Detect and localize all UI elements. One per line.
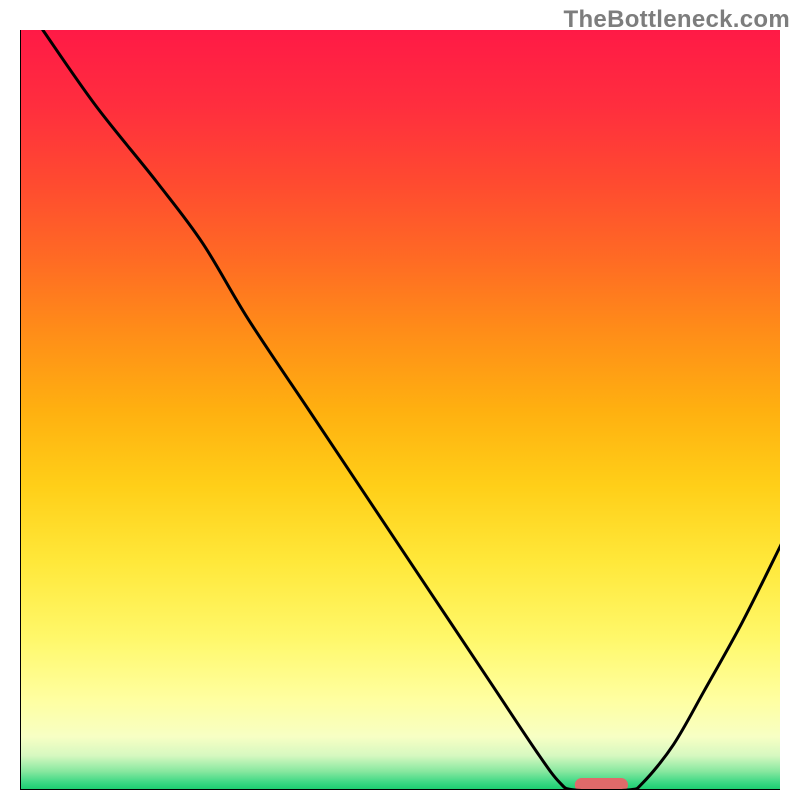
optimal-range-marker [575, 778, 628, 790]
plot-area [20, 30, 780, 790]
watermark-text: TheBottleneck.com [564, 6, 790, 34]
chart-container: TheBottleneck.com [0, 0, 800, 800]
chart-svg [20, 30, 780, 790]
gradient-background [20, 30, 780, 790]
